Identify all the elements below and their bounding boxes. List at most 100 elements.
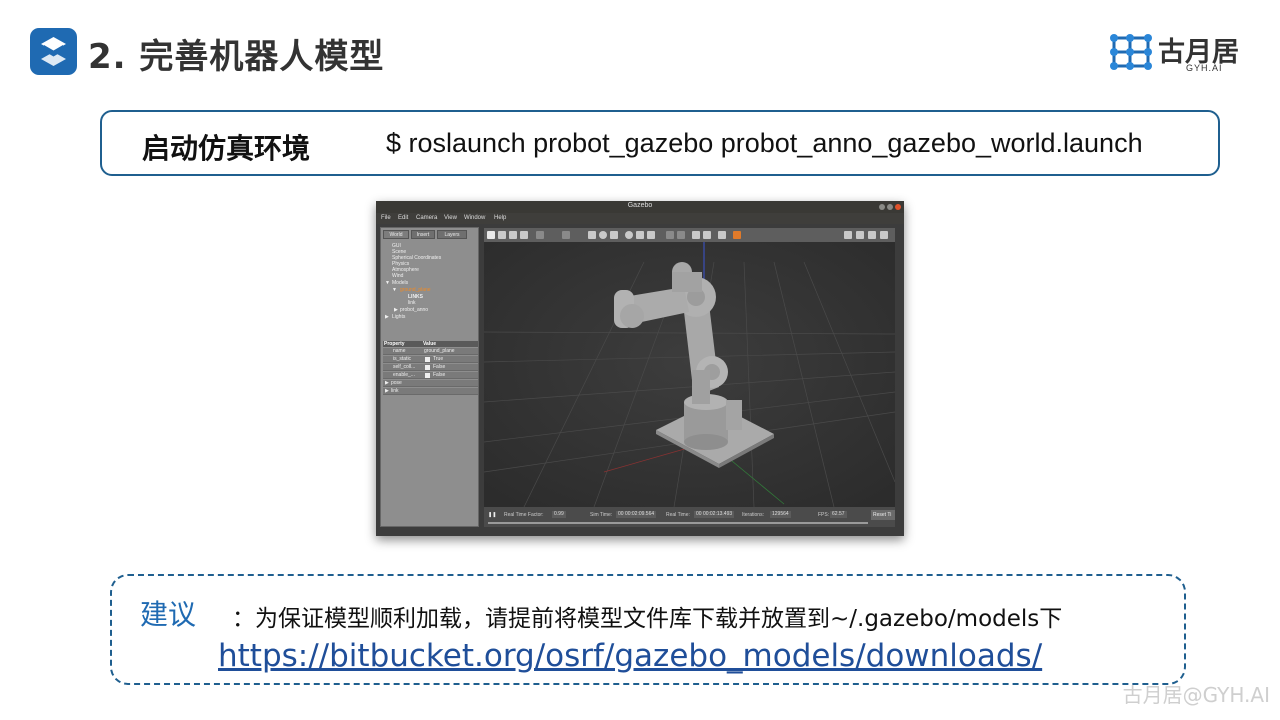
menu-edit[interactable]: Edit	[398, 215, 408, 221]
property-header: Property Value	[383, 341, 478, 347]
tree-item-link[interactable]: link	[408, 300, 416, 306]
property-key: is_static	[393, 356, 412, 362]
tree-expander-ground-plane[interactable]: ▼	[392, 287, 397, 293]
snap-icon[interactable]	[703, 231, 711, 239]
group-expander[interactable]: ▶	[385, 380, 389, 386]
tree-item-models[interactable]: Models	[392, 280, 408, 286]
property-row: name ground_plane	[383, 348, 478, 355]
tree-item-probot-anno[interactable]: probot_anno	[400, 307, 428, 313]
pause-button[interactable]: ❚❚	[488, 512, 496, 518]
property-row: self_coll... False	[383, 364, 478, 371]
tip-label: 建议	[140, 598, 197, 631]
tab-insert[interactable]: Insert	[411, 230, 435, 239]
sim-time-value: 00 00:02:09.564	[616, 511, 657, 518]
brand-logo: 古月居 GYH.AI	[1108, 30, 1258, 78]
gazebo-window: Gazebo File Edit Camera View Window Help…	[376, 201, 904, 536]
menu-window[interactable]: Window	[464, 215, 485, 221]
command-text: $ roslaunch probot_gazebo probot_anno_ga…	[386, 128, 1143, 158]
world-panel: World Insert Layers GUI Scene Spherical …	[380, 227, 479, 527]
checkbox-checked[interactable]	[425, 357, 430, 362]
camera-view-icon[interactable]	[733, 231, 741, 239]
checkbox[interactable]	[425, 373, 430, 378]
fps-value: 62.57	[830, 511, 847, 518]
reset-time-button[interactable]: Reset Ti	[871, 510, 895, 520]
network-icon	[1110, 34, 1152, 70]
translate-icon[interactable]	[498, 231, 506, 239]
maximize-icon[interactable]	[887, 204, 893, 210]
tip-text: ：为保证模型顺利加载，请提前将模型文件库下载并放置到~/.gazebo/mode…	[232, 606, 1063, 632]
undo-icon[interactable]	[536, 231, 544, 239]
property-group-row[interactable]: ▶ pose	[383, 380, 478, 387]
screenshot-icon[interactable]	[844, 231, 852, 239]
property-value: False	[433, 372, 446, 378]
tab-layers[interactable]: Layers	[437, 230, 467, 239]
gazebo-menubar: File Edit Camera View Window Help	[376, 213, 904, 224]
menu-view[interactable]: View	[444, 215, 457, 221]
command-box: 启动仿真环境 $ roslaunch probot_gazebo probot_…	[100, 110, 1220, 176]
page-title: 2. 完善机器人模型	[88, 37, 385, 77]
scene-viewport[interactable]	[484, 242, 895, 507]
iterations-value: 129564	[770, 511, 791, 518]
value-col-header: Value	[423, 341, 437, 347]
real-time-value: 00 00:02:13.493	[694, 511, 735, 518]
group-link[interactable]: link	[391, 388, 399, 394]
gazebo-titlebar: Gazebo	[376, 201, 904, 213]
gazebo-toolbar	[484, 228, 895, 242]
select-arrow-icon[interactable]	[487, 231, 495, 239]
rtf-label: Real Time Factor:	[504, 512, 544, 518]
property-value: True	[433, 356, 444, 362]
property-row: is_static True	[383, 356, 478, 363]
cylinder-shape-icon[interactable]	[610, 231, 618, 239]
app-logo	[30, 28, 77, 75]
menu-file[interactable]: File	[381, 215, 391, 221]
paste-icon[interactable]	[677, 231, 685, 239]
record-icon[interactable]	[880, 231, 888, 239]
s-logo-icon	[41, 37, 66, 66]
fps-label: FPS:	[818, 512, 830, 518]
tab-world[interactable]: World	[383, 230, 409, 239]
property-key: enable_...	[393, 372, 415, 378]
brand-subtitle: GYH.AI	[1186, 63, 1223, 73]
checkbox[interactable]	[425, 365, 430, 370]
plot-icon[interactable]	[868, 231, 876, 239]
rotate-icon[interactable]	[509, 231, 517, 239]
align-icon[interactable]	[692, 231, 700, 239]
copy-icon[interactable]	[666, 231, 674, 239]
box-shape-icon[interactable]	[588, 231, 596, 239]
watermark: 古月居@GYH.AI	[1122, 683, 1270, 707]
menu-camera[interactable]: Camera	[416, 215, 437, 221]
group-pose[interactable]: pose	[391, 380, 402, 386]
tree-item-ground-plane[interactable]: ground_plane	[400, 287, 431, 293]
tip-box: 建议 ：为保证模型顺利加载，请提前将模型文件库下载并放置到~/.gazebo/m…	[110, 574, 1186, 685]
minimize-icon[interactable]	[879, 204, 885, 210]
tree-item-lights[interactable]: Lights	[392, 314, 405, 320]
log-icon[interactable]	[856, 231, 864, 239]
audio-icon[interactable]	[718, 231, 726, 239]
tree-expander-models[interactable]: ▼	[385, 280, 390, 286]
tree-expander-probot[interactable]: ▶	[394, 307, 398, 313]
robot-arm-scene	[484, 242, 895, 507]
sphere-shape-icon[interactable]	[599, 231, 607, 239]
command-label: 启动仿真环境	[142, 132, 311, 165]
group-expander[interactable]: ▶	[385, 388, 389, 394]
property-col-header: Property	[384, 341, 405, 347]
property-key: name	[393, 348, 406, 354]
close-icon[interactable]	[895, 204, 901, 210]
scale-icon[interactable]	[520, 231, 528, 239]
gazebo-window-title: Gazebo	[627, 202, 653, 209]
sim-time-label: Sim Time:	[590, 512, 613, 518]
property-value: False	[433, 364, 446, 370]
spot-light-icon[interactable]	[636, 231, 644, 239]
point-light-icon[interactable]	[625, 231, 633, 239]
directional-light-icon[interactable]	[647, 231, 655, 239]
download-link[interactable]: https://bitbucket.org/osrf/gazebo_models…	[218, 638, 1042, 674]
property-group-row[interactable]: ▶ link	[383, 388, 478, 395]
progress-line	[488, 522, 868, 524]
property-key: self_coll...	[393, 364, 416, 370]
menu-help[interactable]: Help	[494, 215, 506, 221]
real-time-label: Real Time:	[666, 512, 690, 518]
tree-item-wind[interactable]: Wind	[392, 273, 403, 279]
property-value[interactable]: ground_plane	[424, 348, 455, 354]
redo-icon[interactable]	[562, 231, 570, 239]
tree-expander-lights[interactable]: ▶	[385, 314, 389, 320]
